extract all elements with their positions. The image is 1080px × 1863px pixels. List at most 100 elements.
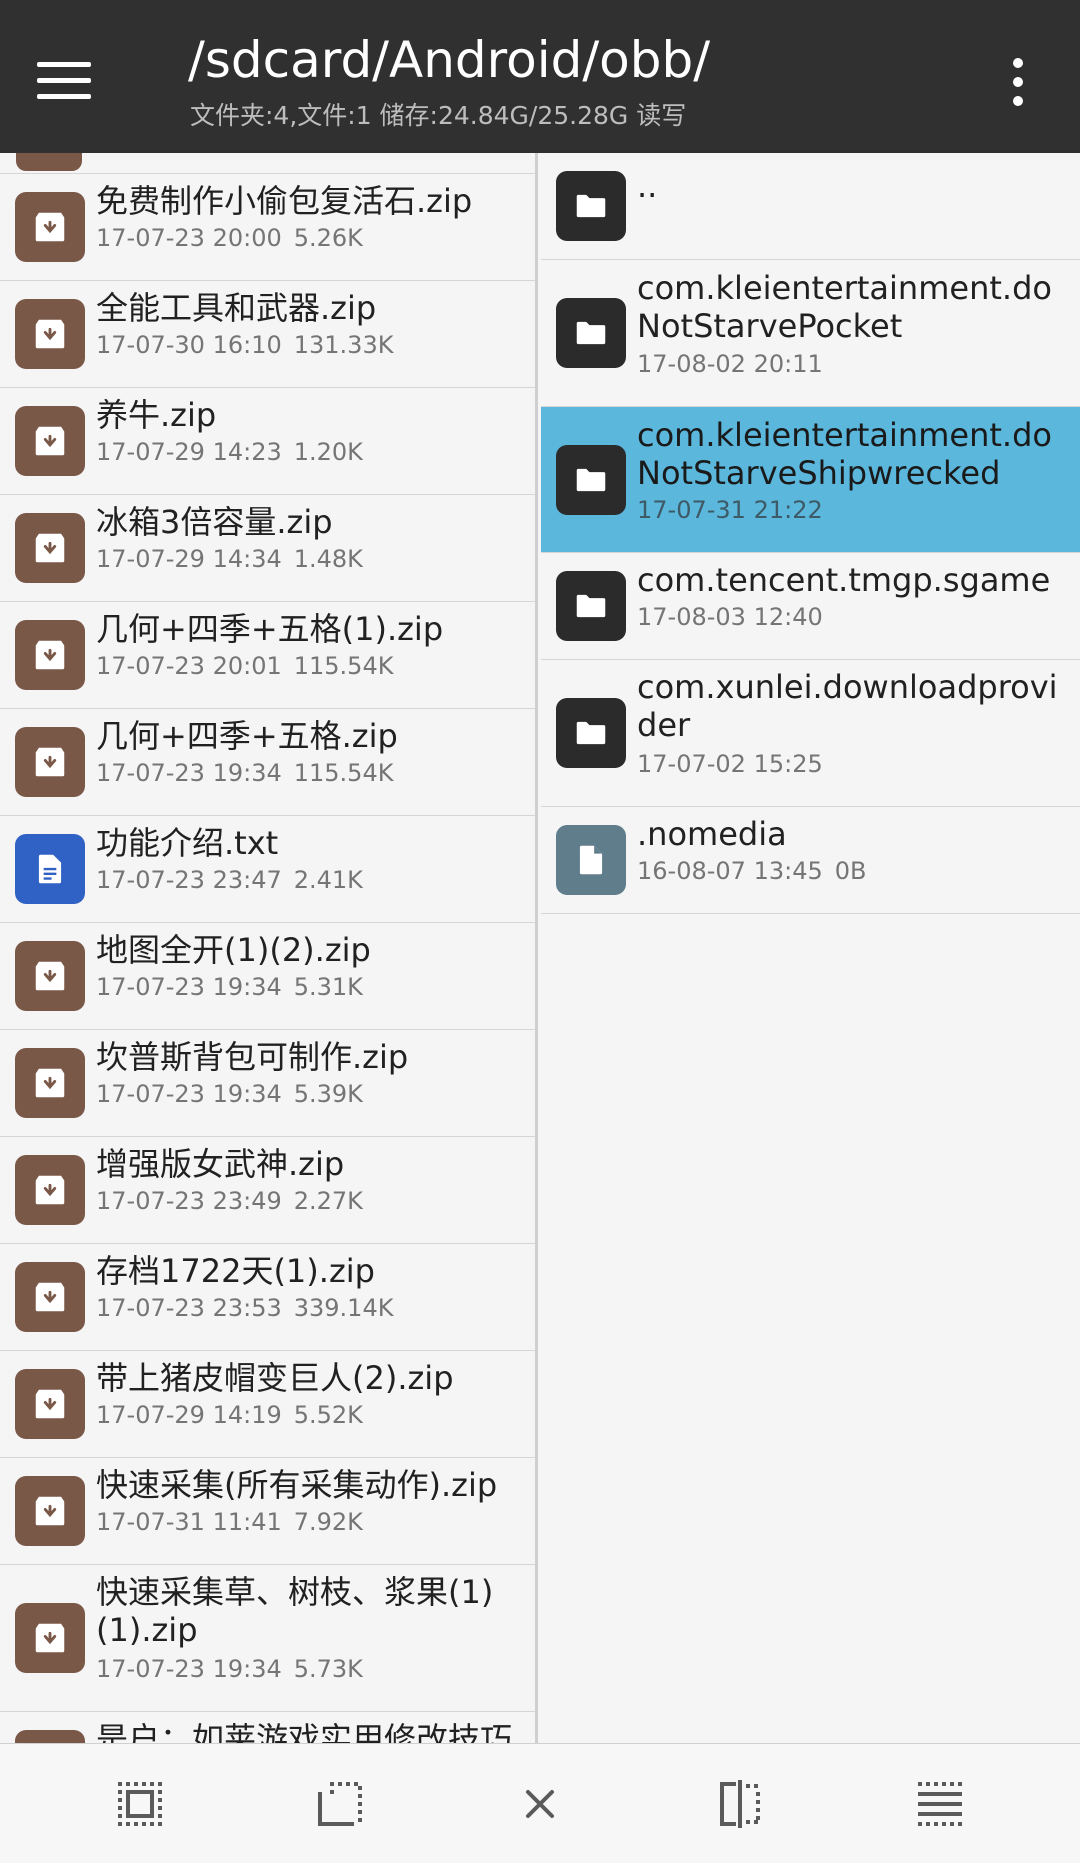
file-date: 17-07-23 20:00 — [96, 224, 282, 252]
folder-icon — [556, 171, 626, 241]
file-size: 2.27K — [293, 1187, 363, 1215]
list-item[interactable]: com.xunlei.downloadprovider 17-07-02 15:2… — [541, 660, 1080, 807]
file-date: 17-07-31 11:41 — [96, 1508, 282, 1536]
current-path-title: /sdcard/Android/obb/ — [188, 31, 711, 89]
file-name: 全能工具和武器.zip — [96, 289, 377, 327]
file-name: com.kleientertainment.doNotStarvePocket — [637, 269, 1052, 345]
file-size: 5.39K — [293, 1080, 363, 1108]
file-name: .nomedia — [637, 815, 787, 853]
left-file-list: 免费制作小偷包复活石.zip 17-07-23 20:00 5.26K 全能工具和武器… — [0, 174, 535, 1743]
list-item[interactable]: 几何+四季+五格.zip 17-07-23 19:34 115.54K — [0, 709, 535, 816]
select-all-button[interactable] — [100, 1764, 180, 1844]
select-range-button[interactable] — [300, 1764, 380, 1844]
list-item[interactable]: 免费制作小偷包复活石.zip 17-07-23 20:00 5.26K — [0, 174, 535, 281]
storage-info-subtitle: 文件夹:4,文件:1 储存:24.84G/25.28G 读写 — [190, 101, 687, 130]
file-size: 0B — [834, 857, 867, 885]
list-item[interactable]: 是户：如莱游戏实用修改技巧 — [0, 1712, 535, 1743]
archive-icon — [15, 1730, 85, 1743]
archive-icon — [15, 620, 85, 690]
file-size: 1.48K — [293, 545, 363, 573]
file-meta: 17-07-23 23:49 2.27K — [96, 1186, 363, 1216]
list-item[interactable]: 几何+四季+五格(1).zip 17-07-23 20:01 115.54K — [0, 602, 535, 709]
list-item[interactable]: 快速采集(所有采集动作).zip 17-07-31 11:41 7.92K — [0, 1458, 535, 1565]
file-name: 冰箱3倍容量.zip — [96, 503, 333, 541]
folder-icon — [556, 445, 626, 515]
file-meta: 17-08-03 12:40 — [637, 602, 823, 632]
archive-icon — [15, 1603, 85, 1673]
file-name: 增强版女武神.zip — [96, 1145, 345, 1183]
archive-icon — [15, 1048, 85, 1118]
list-item[interactable]: 坎普斯背包可制作.zip 17-07-23 19:34 5.39K — [0, 1030, 535, 1137]
list-item[interactable]: .nomedia 16-08-07 13:45 0B — [541, 807, 1080, 914]
file-size: 1.20K — [293, 438, 363, 466]
file-date: 17-07-23 19:34 — [96, 1080, 282, 1108]
file-meta: 17-07-29 14:19 5.52K — [96, 1400, 363, 1430]
bottom-toolbar — [0, 1743, 1080, 1863]
file-date: 17-07-23 20:01 — [96, 652, 282, 680]
file-meta: 17-07-31 11:41 7.92K — [96, 1507, 363, 1537]
select-all-icon — [118, 1781, 162, 1826]
file-date: 17-07-23 19:34 — [96, 973, 282, 1001]
file-name: 带上猪皮帽变巨人(2).zip — [96, 1359, 454, 1397]
left-file-pane[interactable]: 免费制作小偷包复活石.zip 17-07-23 20:00 5.26K 全能工具和武器… — [0, 153, 538, 1743]
split-pane-button[interactable] — [700, 1764, 780, 1844]
file-meta: 17-07-23 23:53 339.14K — [96, 1293, 393, 1323]
file-name: 坎普斯背包可制作.zip — [96, 1038, 409, 1076]
archive-icon — [15, 192, 85, 262]
list-item[interactable]: 全能工具和武器.zip 17-07-30 16:10 131.33K — [0, 281, 535, 388]
archive-icon — [15, 406, 85, 476]
file-name: 免费制作小偷包复活石.zip — [96, 182, 473, 220]
file-meta: 17-07-02 15:25 — [637, 749, 823, 779]
archive-icon — [15, 727, 85, 797]
list-item[interactable]: .. — [541, 153, 1080, 260]
close-icon — [526, 1789, 554, 1818]
file-meta: 17-07-29 14:23 1.20K — [96, 437, 363, 467]
hamburger-menu-icon[interactable] — [28, 50, 100, 110]
file-size: 131.33K — [293, 331, 394, 359]
file-size: 5.31K — [293, 973, 363, 1001]
close-button[interactable] — [500, 1764, 580, 1844]
file-date: 17-07-23 23:47 — [96, 866, 282, 894]
file-name: 功能介绍.txt — [96, 824, 279, 862]
file-date: 17-07-02 15:25 — [637, 750, 823, 778]
file-name: 快速采集草、树枝、浆果(1)(1).zip — [96, 1573, 494, 1649]
list-item[interactable]: 养牛.zip 17-07-29 14:23 1.20K — [0, 388, 535, 495]
file-date: 17-08-02 20:11 — [637, 350, 823, 378]
file-date: 17-07-31 21:22 — [637, 496, 823, 524]
file-date: 17-07-29 14:34 — [96, 545, 282, 573]
list-select-button[interactable] — [900, 1764, 980, 1844]
list-item[interactable]: com.kleientertainment.doNotStarvePocket 1… — [541, 260, 1080, 407]
file-size: 2.41K — [293, 866, 363, 894]
file-size: 5.73K — [293, 1655, 363, 1683]
file-name: 存档1722天(1).zip — [96, 1252, 375, 1290]
list-item[interactable]: 地图全开(1)(2).zip 17-07-23 19:34 5.31K — [0, 923, 535, 1030]
archive-icon — [15, 1155, 85, 1225]
list-item[interactable]: 带上猪皮帽变巨人(2).zip 17-07-29 14:19 5.52K — [0, 1351, 535, 1458]
file-meta: 17-07-30 16:10 131.33K — [96, 330, 393, 360]
more-vert-icon[interactable] — [996, 52, 1040, 112]
select-range-icon — [318, 1781, 362, 1826]
file-name: 地图全开(1)(2).zip — [96, 931, 371, 969]
right-file-list: .. com.kleientertainment.doNotStarvePocke… — [541, 153, 1080, 914]
archive-icon — [15, 941, 85, 1011]
file-date: 16-08-07 13:45 — [637, 857, 823, 885]
file-name: 是户：如莱游戏实用修改技巧 — [96, 1720, 513, 1743]
file-date: 17-07-23 23:49 — [96, 1187, 282, 1215]
list-item[interactable]: 存档1722天(1).zip 17-07-23 23:53 339.14K — [0, 1244, 535, 1351]
list-item[interactable]: com.kleientertainment.doNotStarveShipwre… — [541, 407, 1080, 553]
list-item[interactable]: 功能介绍.txt 17-07-23 23:47 2.41K — [0, 816, 535, 923]
split-pane-icon — [720, 1779, 760, 1828]
archive-icon — [15, 1476, 85, 1546]
file-meta: 17-07-23 19:34 115.54K — [96, 758, 393, 788]
file-meta: 17-07-23 20:00 5.26K — [96, 223, 363, 253]
list-item[interactable]: 增强版女武神.zip 17-07-23 23:49 2.27K — [0, 1137, 535, 1244]
file-name: 养牛.zip — [96, 396, 217, 434]
list-item[interactable]: com.tencent.tmgp.sgame 17-08-03 12:40 — [541, 553, 1080, 660]
list-item[interactable]: 冰箱3倍容量.zip 17-07-29 14:34 1.48K — [0, 495, 535, 602]
list-item[interactable]: 快速采集草、树枝、浆果(1)(1).zip 17-07-23 19:34 5.73K — [0, 1565, 535, 1712]
right-file-pane[interactable]: .. com.kleientertainment.doNotStarvePocke… — [541, 153, 1080, 1743]
archive-icon — [15, 299, 85, 369]
file-meta: 17-07-29 14:34 1.48K — [96, 544, 363, 574]
file-date: 17-07-23 23:53 — [96, 1294, 282, 1322]
app-header: /sdcard/Android/obb/ 文件夹:4,文件:1 储存:24.84… — [0, 0, 1080, 153]
